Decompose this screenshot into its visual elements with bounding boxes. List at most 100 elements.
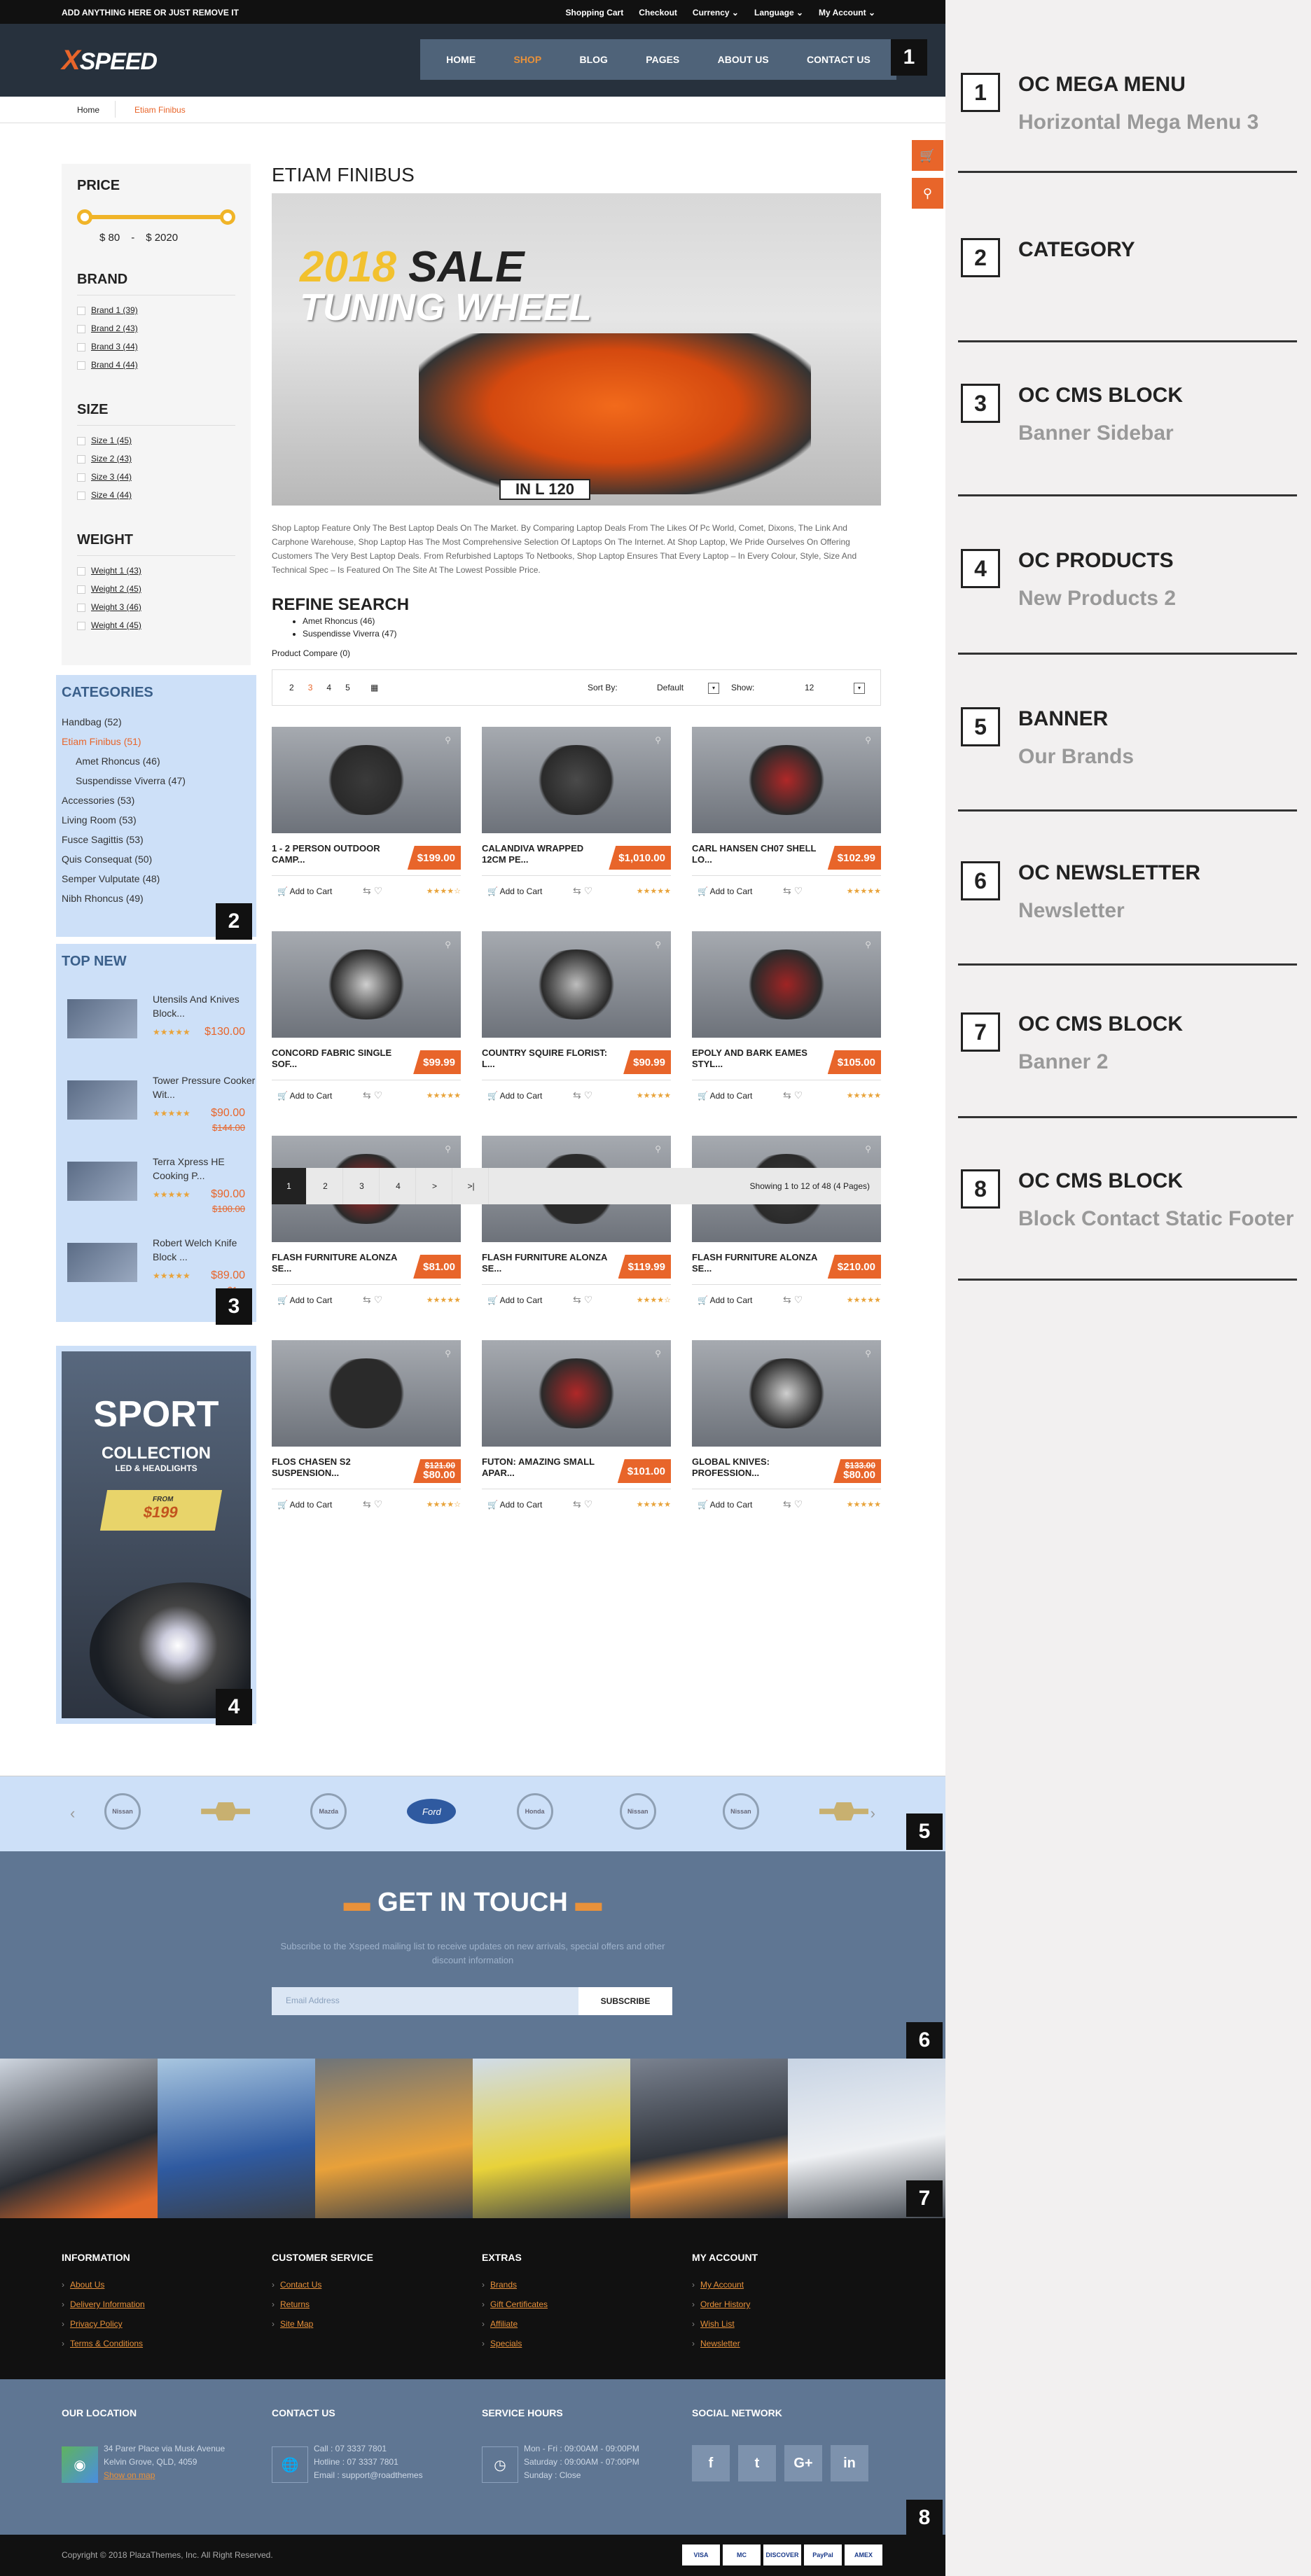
toolbar-page[interactable]: 2 — [289, 683, 294, 692]
weight-option[interactable]: Weight 4 (45) — [77, 620, 235, 630]
compare-wishlist-icons[interactable]: ⇆ ♡ — [783, 1498, 803, 1510]
language-dropdown[interactable]: Language ⌄ — [754, 8, 803, 18]
brand-logo-ford[interactable]: Ford — [407, 1793, 457, 1830]
footer-link[interactable]: Gift Certificates — [482, 2299, 664, 2309]
quickview-icon[interactable]: ⚲ — [655, 1144, 661, 1154]
gallery-image[interactable] — [473, 2059, 630, 2218]
top-new-item[interactable]: Tower Pressure Cooker Wit... ★★★★★ $90.0… — [62, 1066, 255, 1148]
compare-wishlist-icons[interactable]: ⇆ ♡ — [573, 885, 592, 897]
compare-wishlist-icons[interactable]: ⇆ ♡ — [783, 885, 803, 897]
brand-option[interactable]: Brand 1 (39) — [77, 305, 235, 315]
add-to-cart-button[interactable]: 🛒 Add to Cart — [698, 1295, 752, 1305]
top-new-item[interactable]: Utensils And Knives Block... ★★★★★ $130.… — [62, 985, 251, 1066]
product-image[interactable]: ⚲ — [482, 931, 671, 1038]
quickview-icon[interactable]: ⚲ — [445, 940, 451, 949]
twitter-icon[interactable]: t — [738, 2445, 776, 2481]
price-slider[interactable] — [77, 209, 235, 225]
quickview-icon[interactable]: ⚲ — [865, 735, 871, 745]
product-image[interactable]: ⚲ — [272, 727, 461, 833]
product-name[interactable]: 1 - 2 PERSON OUTDOOR CAMP... — [272, 843, 398, 865]
product-card[interactable]: ⚲ CARL HANSEN CH07 SHELL LO... $102.99 🛒 Ad… — [692, 727, 881, 910]
product-name[interactable]: FLASH FURNITURE ALONZA SE... — [692, 1252, 818, 1274]
size-option[interactable]: Size 3 (44) — [77, 472, 235, 482]
category-item[interactable]: Fusce Sagittis (53) — [62, 834, 251, 845]
product-name[interactable]: FLOS CHASEN S2 SUSPENSION... — [272, 1456, 398, 1479]
add-to-cart-button[interactable]: 🛒 Add to Cart — [487, 886, 542, 896]
compare-wishlist-icons[interactable]: ⇆ ♡ — [573, 1294, 592, 1306]
breadcrumb-current[interactable]: Etiam Finibus — [134, 105, 186, 115]
compare-wishlist-icons[interactable]: ⇆ ♡ — [783, 1294, 803, 1306]
category-item[interactable]: Nibh Rhoncus (49) — [62, 893, 251, 904]
footer-link[interactable]: Delivery Information — [62, 2299, 244, 2309]
refine-link[interactable]: Amet Rhoncus (46) — [303, 615, 881, 627]
footer-link[interactable]: Contact Us — [272, 2280, 454, 2290]
quickview-icon[interactable]: ⚲ — [865, 1144, 871, 1154]
pagination-button[interactable]: 1 — [272, 1168, 307, 1204]
brand-logo-honda[interactable]: Honda — [511, 1793, 560, 1830]
product-image[interactable]: ⚲ — [692, 727, 881, 833]
size-option[interactable]: Size 4 (44) — [77, 490, 235, 500]
quickview-icon[interactable]: ⚲ — [655, 940, 661, 949]
brand-logo-nissan[interactable]: Nissan — [98, 1793, 147, 1830]
nav-shop[interactable]: SHOP — [513, 54, 541, 65]
footer-link[interactable]: About Us — [62, 2280, 244, 2290]
weight-option[interactable]: Weight 2 (45) — [77, 584, 235, 594]
brand-option[interactable]: Brand 2 (43) — [77, 323, 235, 333]
category-item[interactable]: Handbag (52) — [62, 716, 251, 727]
email-input[interactable]: Email Address — [286, 1996, 340, 2005]
nav-pages[interactable]: PAGES — [646, 54, 679, 65]
product-card[interactable]: ⚲ COUNTRY SQUIRE FLORIST: L... $90.99 🛒 Add… — [482, 931, 671, 1115]
product-name[interactable]: FUTON: AMAZING SMALL APAR... — [482, 1456, 608, 1479]
facebook-icon[interactable]: f — [692, 2445, 730, 2481]
breadcrumb-home[interactable]: Home — [77, 105, 99, 115]
footer-link[interactable]: Specials — [482, 2339, 664, 2348]
product-card[interactable]: ⚲ FUTON: AMAZING SMALL APAR... $101.00 🛒 Ad… — [482, 1340, 671, 1524]
product-name[interactable]: CONCORD FABRIC SINGLE SOF... — [272, 1047, 398, 1070]
toolbar-page-active[interactable]: 3 — [308, 683, 313, 692]
footer-link[interactable]: Terms & Conditions — [62, 2339, 244, 2348]
show-select[interactable]: 12 — [763, 680, 847, 695]
product-image[interactable]: ⚲ — [692, 1340, 881, 1447]
shopping-cart-link[interactable]: Shopping Cart — [566, 8, 624, 18]
weight-option[interactable]: Weight 3 (46) — [77, 602, 235, 612]
quickview-icon[interactable]: ⚲ — [865, 940, 871, 949]
product-card[interactable]: ⚲ FLOS CHASEN S2 SUSPENSION... $121.00 $80.… — [272, 1340, 461, 1524]
compare-wishlist-icons[interactable]: ⇆ ♡ — [363, 885, 382, 897]
add-to-cart-button[interactable]: 🛒 Add to Cart — [277, 886, 332, 896]
add-to-cart-button[interactable]: 🛒 Add to Cart — [277, 1295, 332, 1305]
chevron-left-icon[interactable]: ‹ — [70, 1804, 75, 1823]
product-card[interactable]: ⚲ FLASH FURNITURE ALONZA SE... $119.99 🛒 Ad… — [482, 1136, 671, 1319]
product-name[interactable]: EPOLY AND BARK EAMES STYL... — [692, 1047, 818, 1070]
chevron-right-icon[interactable]: › — [870, 1804, 875, 1823]
product-card[interactable]: ⚲ CALANDIVA WRAPPED 12CM PE... $1,010.00 🛒 … — [482, 727, 671, 910]
product-name[interactable]: COUNTRY SQUIRE FLORIST: L... — [482, 1047, 608, 1070]
checkout-link[interactable]: Checkout — [639, 8, 677, 18]
add-to-cart-button[interactable]: 🛒 Add to Cart — [487, 1091, 542, 1101]
add-to-cart-button[interactable]: 🛒 Add to Cart — [698, 1500, 752, 1510]
quickview-icon[interactable]: ⚲ — [445, 1144, 451, 1154]
quickview-icon[interactable]: ⚲ — [865, 1349, 871, 1358]
product-card[interactable]: ⚲ FLASH FURNITURE ALONZA SE... $210.00 🛒 Ad… — [692, 1136, 881, 1319]
pagination-button[interactable]: 4 — [381, 1168, 416, 1204]
category-item[interactable]: Quis Consequat (50) — [62, 854, 251, 865]
product-thumbnail[interactable] — [67, 1162, 137, 1201]
footer-link[interactable]: Affiliate — [482, 2319, 664, 2329]
product-card[interactable]: ⚲ FLASH FURNITURE ALONZA SE... $81.00 🛒 Add… — [272, 1136, 461, 1319]
cart-icon[interactable]: 🛒 — [912, 140, 943, 171]
gallery-image[interactable] — [315, 2059, 473, 2218]
nav-blog[interactable]: BLOG — [580, 54, 608, 65]
search-icon[interactable]: ⚲ — [912, 178, 943, 209]
add-to-cart-button[interactable]: 🛒 Add to Cart — [487, 1295, 542, 1305]
add-to-cart-button[interactable]: 🛒 Add to Cart — [698, 886, 752, 896]
brand-option[interactable]: Brand 3 (44) — [77, 342, 235, 351]
brand-logo-mazda[interactable]: Mazda — [304, 1793, 353, 1830]
product-card[interactable]: ⚲ 1 - 2 PERSON OUTDOOR CAMP... $199.00 🛒 Ad… — [272, 727, 461, 910]
product-card[interactable]: ⚲ CONCORD FABRIC SINGLE SOF... $99.99 🛒 Add… — [272, 931, 461, 1115]
footer-link[interactable]: Privacy Policy — [62, 2319, 244, 2329]
category-item[interactable]: Semper Vulputate (48) — [62, 873, 251, 884]
currency-dropdown[interactable]: Currency ⌄ — [693, 8, 739, 18]
subcategory-item[interactable]: Amet Rhoncus (46) — [62, 756, 251, 767]
footer-link[interactable]: Wish List — [692, 2319, 874, 2329]
compare-wishlist-icons[interactable]: ⇆ ♡ — [573, 1498, 592, 1510]
product-image[interactable]: ⚲ — [482, 1340, 671, 1447]
